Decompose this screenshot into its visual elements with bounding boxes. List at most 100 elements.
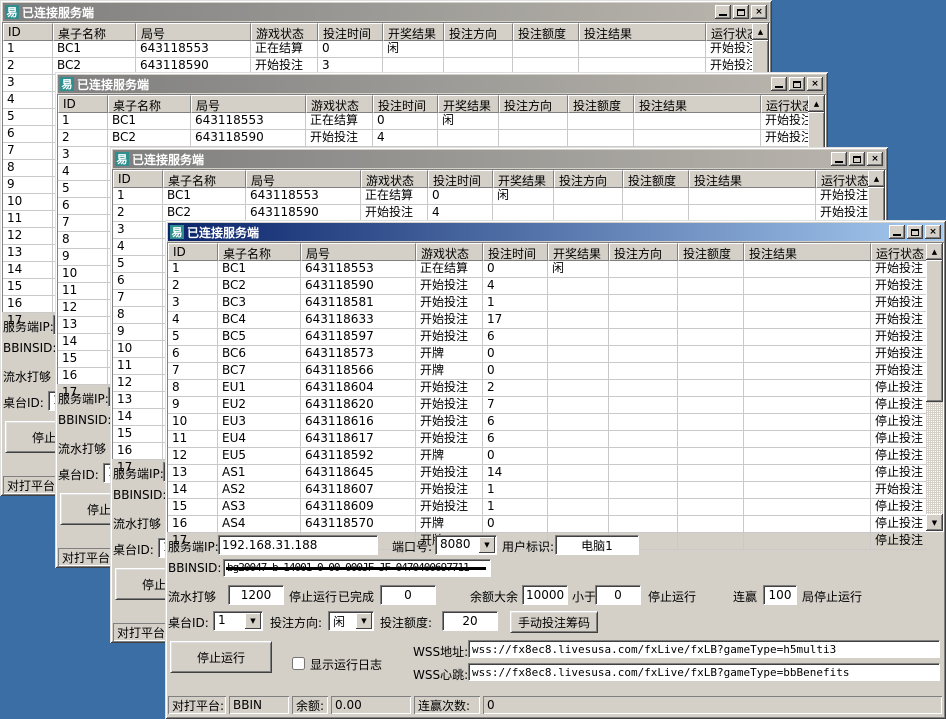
table-row[interactable]: 5BC5643118597开始投注6开始投注 <box>168 329 926 346</box>
column-header[interactable]: 投注额度 <box>678 243 744 261</box>
bbinsid-field[interactable]: bg20047-b-14001-0—00-000JF-JF-0470400697… <box>223 559 491 577</box>
manual-bet-button[interactable]: 手动投注筹码 <box>510 611 598 633</box>
table-row[interactable]: 14AS2643118607开始投注1开始投注 <box>168 482 926 499</box>
column-header[interactable]: 投注结果 <box>634 95 761 113</box>
column-header[interactable]: 运行状态 <box>871 243 926 261</box>
column-header[interactable]: 投注方向 <box>499 95 568 113</box>
port-select[interactable]: 8080 ▼ <box>435 535 497 555</box>
close-button[interactable]: × <box>751 5 767 19</box>
chevron-down-icon[interactable]: ▼ <box>479 537 495 553</box>
column-header[interactable]: 开奖结果 <box>493 170 554 188</box>
table-row[interactable]: 12EU5643118592开牌0停止投注 <box>168 448 926 465</box>
column-header[interactable]: 桌子名称 <box>53 23 136 41</box>
vertical-scrollbar[interactable]: ▲ ▼ <box>926 243 943 531</box>
table-row[interactable]: 9EU2643118620开始投注7停止投注 <box>168 397 926 414</box>
scroll-down-icon[interactable]: ▼ <box>926 514 943 531</box>
column-header[interactable]: 投注结果 <box>579 23 706 41</box>
server-ip-input[interactable] <box>218 535 378 555</box>
column-header[interactable]: 运行状态 <box>706 23 752 41</box>
turnover-input[interactable] <box>228 585 284 605</box>
table-row[interactable]: 2BC2643118590开始投注4开始投注 <box>168 278 926 295</box>
wss-heartbeat-input[interactable] <box>468 663 940 681</box>
column-header[interactable]: 投注时间 <box>373 95 438 113</box>
column-header[interactable]: 投注额度 <box>623 170 689 188</box>
title-bar[interactable]: 易 已连接服务端 × <box>3 3 769 21</box>
table-row[interactable]: 1BC1643118553正在结算0闲开始投注 <box>113 188 868 205</box>
column-header[interactable]: 桌子名称 <box>108 95 191 113</box>
column-header[interactable]: ID <box>113 170 163 188</box>
table-row[interactable]: 1BC1643118553正在结算0闲开始投注 <box>58 113 808 130</box>
done-input[interactable] <box>380 585 436 605</box>
column-header[interactable]: 游戏状态 <box>361 170 428 188</box>
close-button[interactable]: × <box>807 77 823 91</box>
scroll-up-icon[interactable]: ▲ <box>926 243 943 260</box>
title-bar[interactable]: 易 已连接服务端 × <box>113 150 885 168</box>
scroll-up-icon[interactable]: ▲ <box>808 95 825 112</box>
column-header[interactable]: 投注额度 <box>568 95 634 113</box>
bet-amount-input[interactable] <box>442 611 498 631</box>
table-row[interactable]: 4BC4643118633开始投注17开始投注 <box>168 312 926 329</box>
chevron-down-icon[interactable]: ▼ <box>356 613 372 629</box>
column-header[interactable]: 游戏状态 <box>306 95 373 113</box>
column-header[interactable]: ID <box>58 95 108 113</box>
close-button[interactable]: × <box>925 225 941 239</box>
column-header[interactable]: 投注方向 <box>444 23 513 41</box>
scrollbar-thumb[interactable] <box>926 260 943 402</box>
title-bar[interactable]: 易 已连接服务端 × <box>168 223 943 241</box>
column-header[interactable]: 投注时间 <box>483 243 548 261</box>
column-header[interactable]: 开奖结果 <box>383 23 444 41</box>
column-header[interactable]: 开奖结果 <box>438 95 499 113</box>
column-header[interactable]: 投注方向 <box>554 170 623 188</box>
minimize-button[interactable] <box>715 5 731 19</box>
column-header[interactable]: 局号 <box>191 95 306 113</box>
user-tag-input[interactable] <box>555 535 639 555</box>
maximize-button[interactable] <box>907 225 923 239</box>
column-header[interactable]: 开奖结果 <box>548 243 609 261</box>
chevron-down-icon[interactable]: ▼ <box>245 613 261 629</box>
close-button[interactable]: × <box>867 152 883 166</box>
table-row[interactable]: 1BC1643118553正在结算0闲开始投注 <box>3 41 752 58</box>
column-header[interactable]: 投注结果 <box>744 243 871 261</box>
column-header[interactable]: 运行状态 <box>761 95 808 113</box>
balance-min-input[interactable] <box>595 585 641 605</box>
column-header[interactable]: 投注时间 <box>318 23 383 41</box>
table-row[interactable]: 11EU4643118617开始投注6停止投注 <box>168 431 926 448</box>
table-row[interactable]: 6BC6643118573开牌0开始投注 <box>168 346 926 363</box>
win-streak-input[interactable] <box>763 585 797 605</box>
maximize-button[interactable] <box>733 5 749 19</box>
column-header[interactable]: 局号 <box>246 170 361 188</box>
table-row[interactable]: 8EU1643118604开始投注2停止投注 <box>168 380 926 397</box>
table-row[interactable]: 7BC7643118566开牌0开始投注 <box>168 363 926 380</box>
balance-max-input[interactable] <box>522 585 568 605</box>
column-header[interactable]: 投注额度 <box>513 23 579 41</box>
column-header[interactable]: 桌子名称 <box>218 243 301 261</box>
column-header[interactable]: ID <box>168 243 218 261</box>
table-row[interactable]: 13AS1643118645开始投注14停止投注 <box>168 465 926 482</box>
column-header[interactable]: 游戏状态 <box>416 243 483 261</box>
minimize-button[interactable] <box>771 77 787 91</box>
scroll-up-icon[interactable]: ▲ <box>752 23 769 40</box>
show-log-checkbox[interactable] <box>292 657 305 670</box>
table-id-select[interactable]: 1 ▼ <box>213 611 263 631</box>
maximize-button[interactable] <box>849 152 865 166</box>
wss-address-input[interactable] <box>468 640 940 658</box>
column-header[interactable]: 投注时间 <box>428 170 493 188</box>
stop-run-button[interactable]: 停止运行 <box>170 641 272 673</box>
table-row[interactable]: 15AS3643118609开始投注1停止投注 <box>168 499 926 516</box>
bet-direction-select[interactable]: 闲 ▼ <box>328 611 374 631</box>
column-header[interactable]: 局号 <box>301 243 416 261</box>
maximize-button[interactable] <box>789 77 805 91</box>
column-header[interactable]: 运行状态 <box>816 170 868 188</box>
scroll-up-icon[interactable]: ▲ <box>868 170 885 187</box>
table-row[interactable]: 2BC2643118590开始投注4开始投注 <box>58 130 808 147</box>
column-header[interactable]: 投注方向 <box>609 243 678 261</box>
column-header[interactable]: 游戏状态 <box>251 23 318 41</box>
title-bar[interactable]: 易 已连接服务端 × <box>58 75 825 93</box>
table-row[interactable]: 16AS4643118570开牌0停止投注 <box>168 516 926 533</box>
column-header[interactable]: 投注结果 <box>689 170 816 188</box>
column-header[interactable]: 局号 <box>136 23 251 41</box>
table-row[interactable]: 1BC1643118553正在结算0闲开始投注 <box>168 261 926 278</box>
column-header[interactable]: ID <box>3 23 53 41</box>
table-row[interactable]: 3BC3643118581开始投注1开始投注 <box>168 295 926 312</box>
minimize-button[interactable] <box>831 152 847 166</box>
